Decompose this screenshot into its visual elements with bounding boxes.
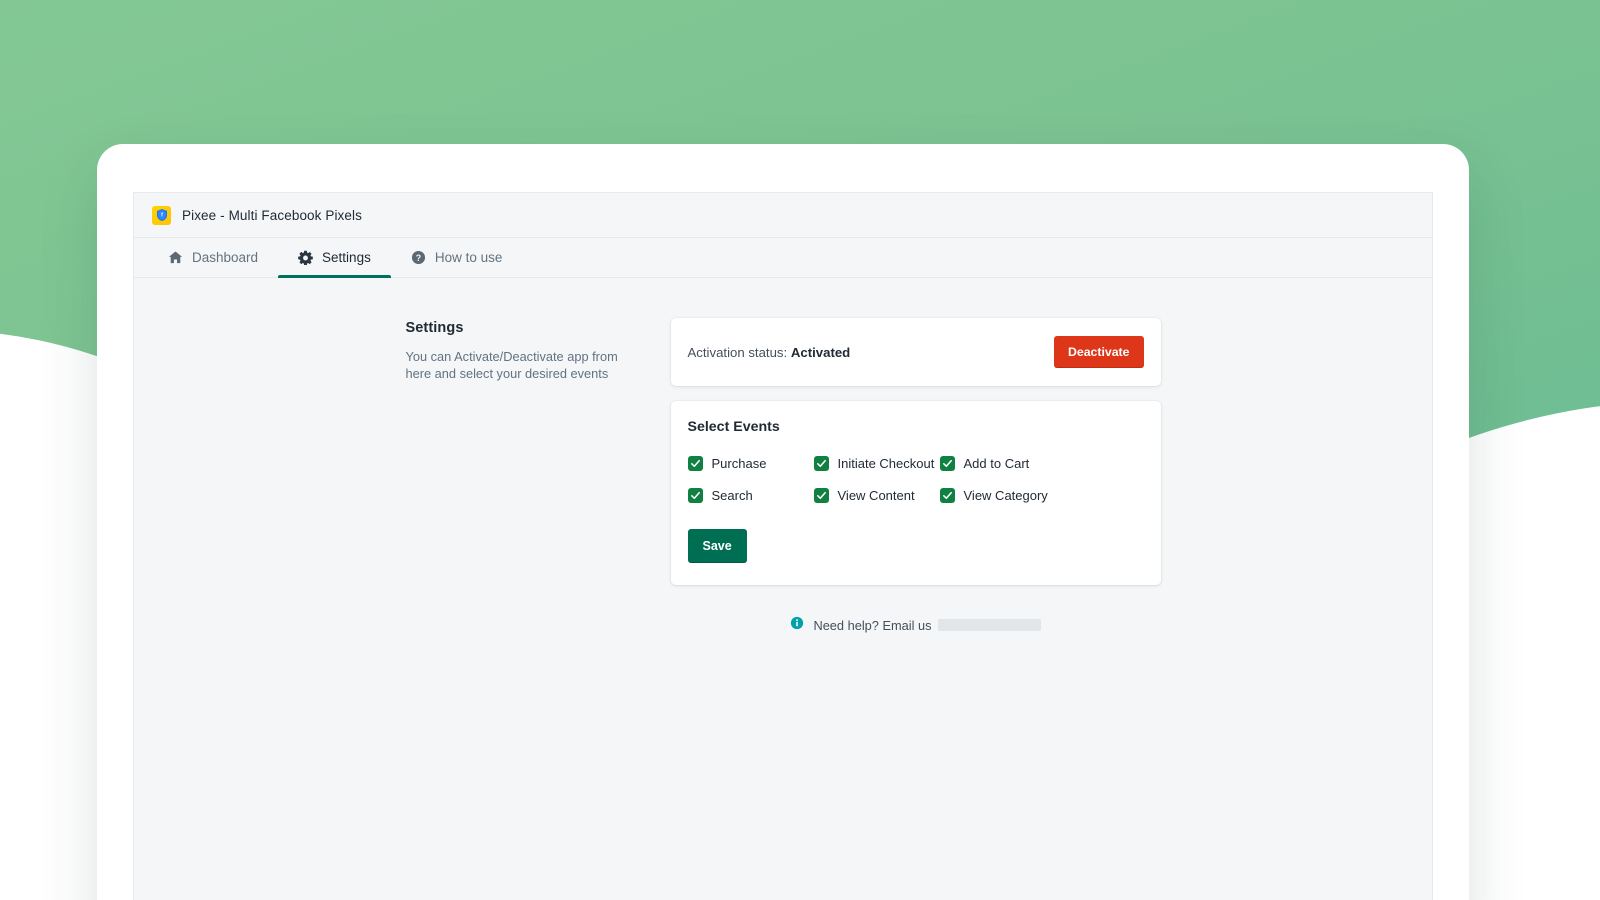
event-label: View Content [837,488,915,503]
event-checkbox-purchase[interactable]: Purchase [687,456,814,471]
app-header: f Pixee - Multi Facebook Pixels [134,193,1432,238]
tab-dashboard[interactable]: Dashboard [148,238,278,277]
redacted-email [937,619,1041,631]
tab-dashboard-label: Dashboard [192,250,259,265]
event-checkbox-view-category[interactable]: View Category [939,488,1144,503]
svg-text:f: f [161,213,163,219]
event-checkbox-view-content[interactable]: View Content [813,488,940,503]
tab-bar: Dashboard Settings ? How to use [134,238,1432,278]
event-label: Search [711,488,753,503]
checkmark-icon [687,456,703,471]
screenshot-stage: f Pixee - Multi Facebook Pixels Dashboar… [0,0,1600,900]
settings-cards-column: Activation status: Activated Deactivate … [670,318,1161,635]
event-checkbox-initiate-checkout[interactable]: Initiate Checkout [813,456,940,471]
info-circle-icon [790,616,804,635]
events-grid: Purchase Initiate Checkout Add to Cart S… [687,456,1144,503]
select-events-card: Select Events Purchase Initiate Checkout… [670,401,1161,585]
event-label: Purchase [711,456,767,471]
help-text: Need help? Email us [813,618,1041,633]
tab-settings[interactable]: Settings [278,238,391,278]
event-label: Add to Cart [963,456,1030,471]
help-footer: Need help? Email us [671,616,1161,635]
tab-settings-label: Settings [322,250,371,265]
activation-status-value: Activated [790,344,851,360]
page-title: Settings [405,320,464,336]
settings-layout: Settings You can Activate/Deactivate app… [406,318,1161,635]
activation-status-text: Activation status: Activated [688,345,851,360]
tab-how-to-use-label: How to use [434,250,503,265]
settings-page: Settings You can Activate/Deactivate app… [134,278,1432,635]
activation-status-label: Activation status: [687,344,788,360]
page-description: You can Activate/Deactivate app from her… [405,349,618,381]
event-checkbox-add-to-cart[interactable]: Add to Cart [939,456,1144,471]
event-checkbox-search[interactable]: Search [687,488,814,503]
gear-icon [298,250,313,265]
checkmark-icon [687,488,703,503]
svg-text:?: ? [416,253,421,263]
checkmark-icon [939,456,955,471]
checkmark-icon [813,456,829,471]
checkmark-icon [939,488,955,503]
tab-how-to-use[interactable]: ? How to use [391,238,523,277]
deactivate-button[interactable]: Deactivate [1053,336,1144,368]
save-button[interactable]: Save [687,529,747,563]
app-viewport: f Pixee - Multi Facebook Pixels Dashboar… [133,192,1433,900]
home-icon [168,250,183,265]
pixel-shield-icon: f [152,205,171,225]
event-label: Initiate Checkout [837,456,935,471]
app-title: Pixee - Multi Facebook Pixels [182,207,362,223]
event-label: View Category [963,488,1048,503]
activation-status-card: Activation status: Activated Deactivate [670,318,1161,386]
select-events-heading: Select Events [687,419,780,435]
app-window: f Pixee - Multi Facebook Pixels Dashboar… [97,144,1469,900]
help-label: Need help? Email us [813,618,932,633]
question-circle-icon: ? [411,250,426,265]
settings-description-column: Settings You can Activate/Deactivate app… [406,318,671,382]
checkmark-icon [813,488,829,503]
